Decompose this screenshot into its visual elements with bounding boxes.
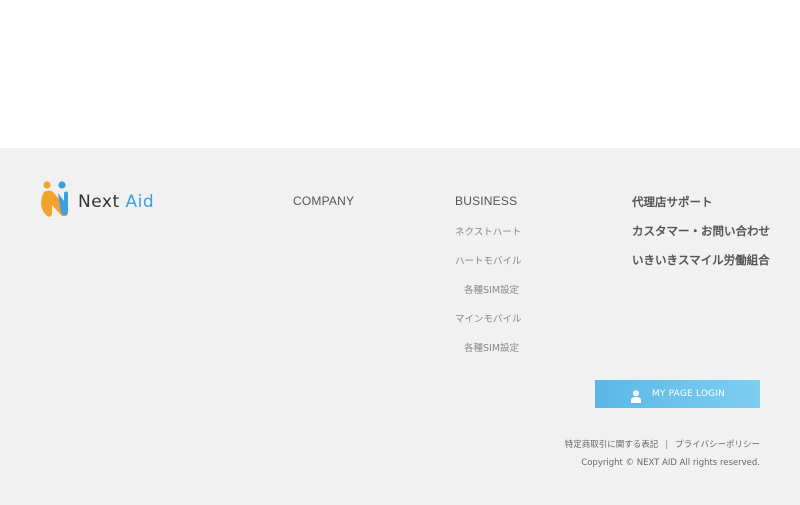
site-footer: Next Aid COMPANY BUSINESS ネクストハート ハートモバイ… — [0, 148, 800, 505]
next-aid-logo-mark-icon — [41, 181, 68, 217]
footer-link-nextheart[interactable]: ネクストハート — [455, 224, 521, 238]
footer-link-customer-contact[interactable]: カスタマー・お問い合わせ — [632, 223, 770, 239]
logo-text-accent: Aid — [125, 192, 155, 212]
copyright-text: Copyright © NEXT AID All rights reserved… — [581, 458, 760, 468]
my-page-login-button[interactable]: MY PAGE LOGIN — [595, 380, 760, 408]
brand-logo[interactable]: Next Aid — [40, 181, 160, 221]
page: Next Aid COMPANY BUSINESS ネクストハート ハートモバイ… — [0, 0, 800, 505]
footer-link-heartmobile-sim-settings[interactable]: 各種SIM設定 — [464, 282, 519, 296]
footer-link-company[interactable]: COMPANY — [293, 194, 354, 208]
content-area-blank — [0, 0, 800, 148]
logo-text-main: Next — [78, 192, 126, 212]
legal-separator: | — [665, 440, 669, 450]
user-icon — [630, 388, 642, 403]
logo-wordmark: Next Aid — [78, 192, 154, 212]
footer-link-labor-union[interactable]: いきいきスマイル労働組合 — [632, 252, 770, 268]
footer-link-heartmobile[interactable]: ハートモバイル — [455, 253, 522, 267]
footer-link-mainmobile[interactable]: マインモバイル — [455, 311, 522, 325]
legal-link-privacy-policy[interactable]: プライバシーポリシー — [675, 440, 760, 450]
legal-links: 特定商取引に関する表記 | プライバシーポリシー — [565, 438, 760, 450]
my-page-login-label: MY PAGE LOGIN — [651, 389, 726, 399]
legal-link-commercial-transactions[interactable]: 特定商取引に関する表記 — [565, 440, 659, 450]
footer-link-business[interactable]: BUSINESS — [455, 194, 517, 208]
footer-link-mainmobile-sim-settings[interactable]: 各種SIM設定 — [464, 340, 519, 354]
footer-link-agency-support[interactable]: 代理店サポート — [632, 194, 713, 210]
